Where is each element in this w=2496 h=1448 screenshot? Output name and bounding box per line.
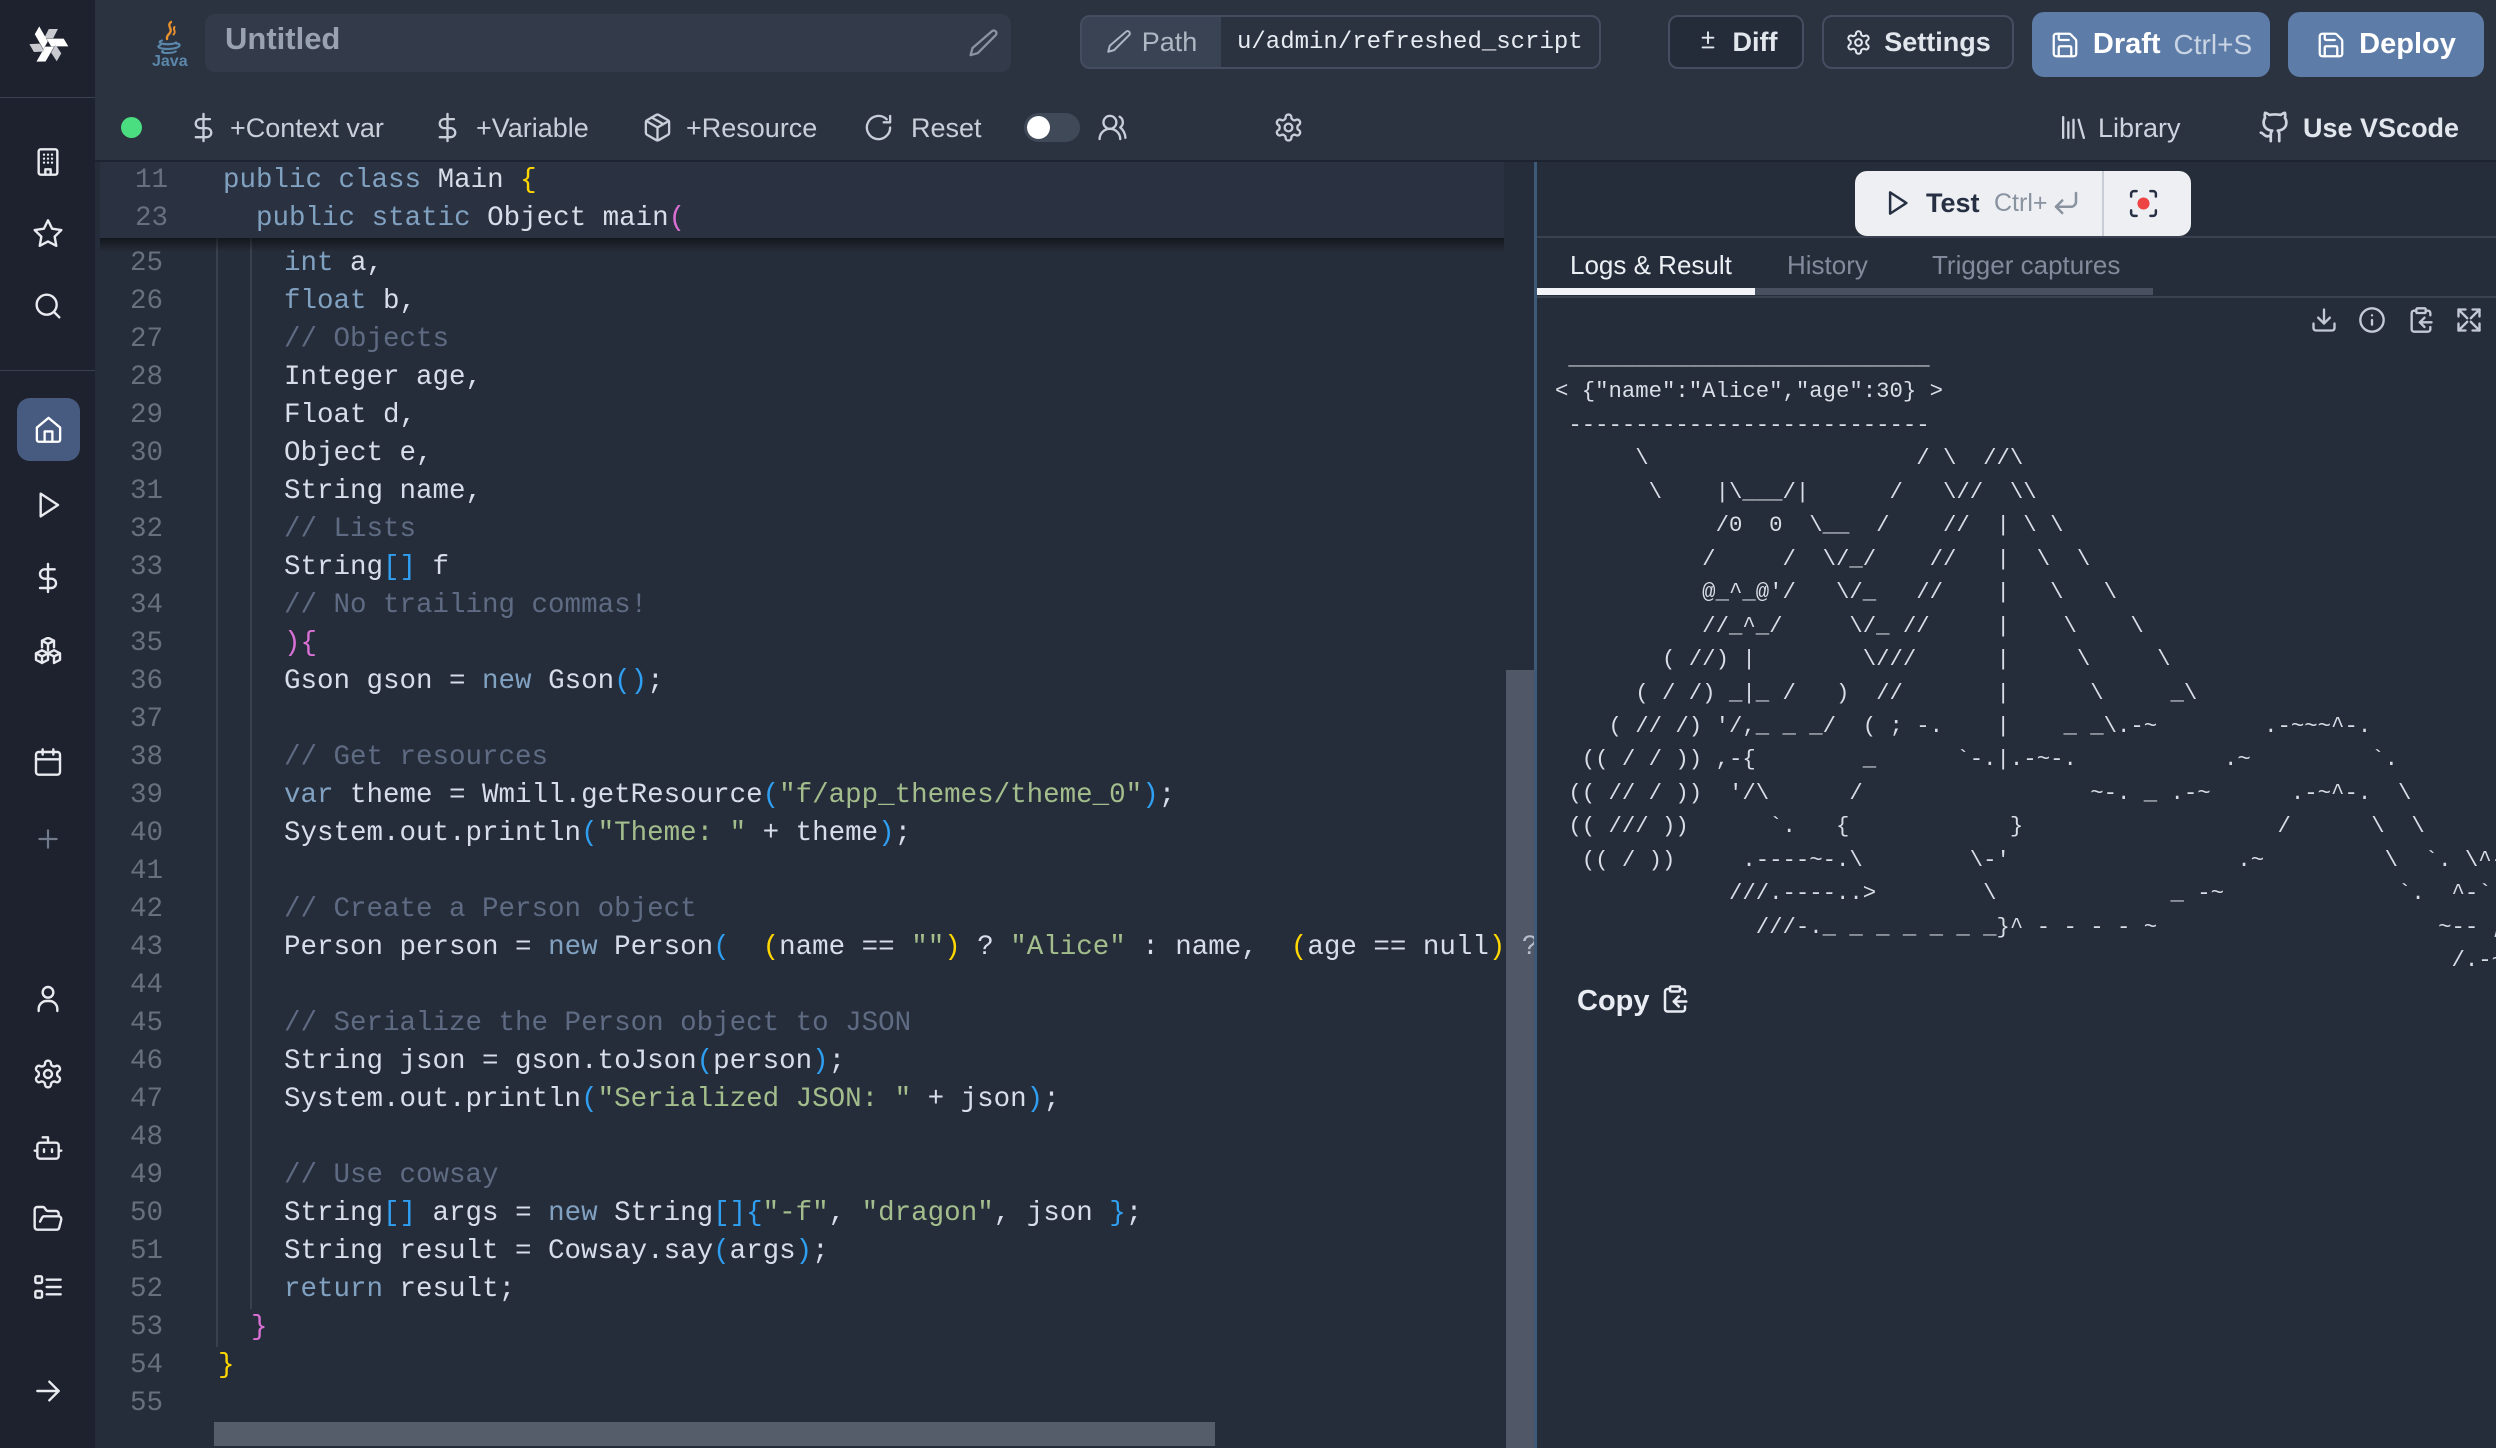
- svg-text:Java: Java: [152, 53, 188, 68]
